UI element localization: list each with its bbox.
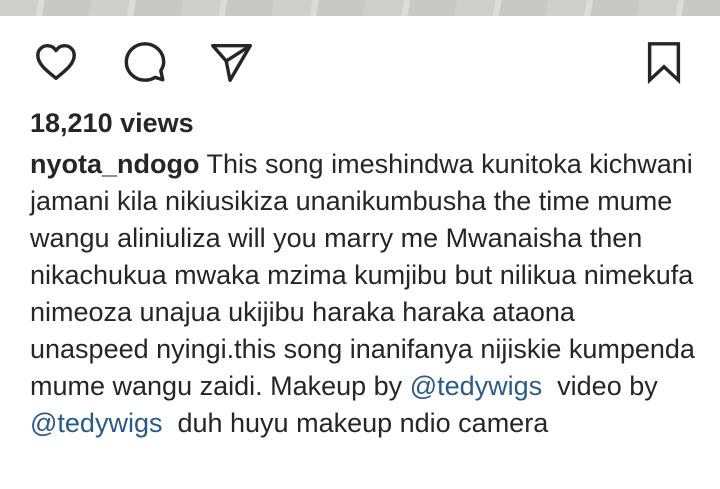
share-button[interactable] [205, 36, 257, 88]
post-media-bottom-edge[interactable] [0, 0, 720, 16]
caption-text: This song imeshindwa kunitoka kichwani j… [30, 149, 695, 401]
comment-bubble-icon [124, 42, 166, 82]
view-count[interactable]: 18,210 views [30, 108, 194, 139]
caption-username[interactable]: nyota_ndogo [30, 149, 200, 179]
caption-text: video by [542, 371, 666, 401]
like-button[interactable] [30, 36, 82, 88]
caption-mention[interactable]: @tedywigs [30, 408, 162, 438]
heart-icon [36, 43, 76, 81]
caption-text: duh huyu makeup ndio camera [162, 408, 549, 438]
bookmark-icon [647, 42, 681, 85]
comment-button[interactable] [119, 36, 171, 88]
paper-plane-icon [211, 43, 252, 82]
post-caption: nyota_ndogo This song imeshindwa kunitok… [30, 146, 700, 442]
save-button[interactable] [638, 36, 690, 88]
post-action-bar [0, 36, 720, 88]
caption-mention[interactable]: @tedywigs [410, 371, 542, 401]
